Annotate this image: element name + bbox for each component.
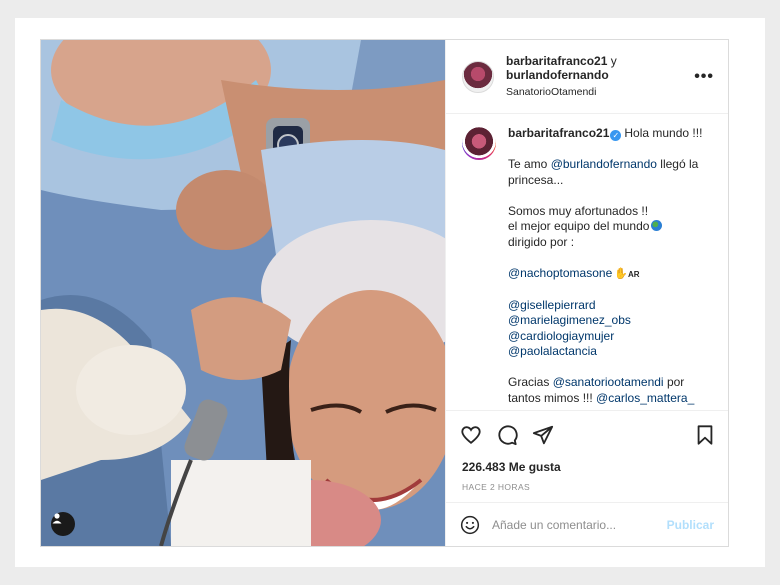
caption-text: tantos mimos !!! — [508, 390, 597, 405]
mention-link[interactable]: @burlandofernando — [551, 157, 657, 171]
flag-ar-label: AR — [627, 269, 640, 279]
instagram-post: barbaritafranco21 y burlandofernando San… — [40, 39, 729, 547]
comment-bar: Publicar — [446, 502, 728, 546]
mention-link[interactable]: @paolalactancia — [508, 344, 702, 360]
post-side-panel: barbaritafranco21 y burlandofernando San… — [445, 40, 728, 546]
caption-text: Somos muy afortunados !! — [508, 203, 649, 218]
post-photo[interactable] — [41, 40, 445, 546]
mention-link[interactable]: @gisellepierrard — [508, 298, 702, 314]
mention-link[interactable]: @cardiologiaymujer — [508, 329, 702, 345]
publish-button[interactable]: Publicar — [667, 518, 714, 532]
caption-text: el mejor equipo del mundo — [508, 219, 650, 233]
author-avatar[interactable] — [462, 60, 494, 93]
comment-input[interactable] — [492, 517, 655, 532]
mention-link[interactable]: @carlos_mattera_ — [596, 391, 694, 405]
caption-first-line: Hola mundo !!! — [624, 126, 703, 140]
verified-badge-icon: ✓ — [610, 130, 622, 141]
header-user-2[interactable]: burlandofernando — [506, 68, 682, 82]
header-user-1[interactable]: barbaritafranco21 — [506, 54, 607, 68]
header-location[interactable]: SanatorioOtamendi — [506, 85, 682, 99]
photo-illustration — [41, 40, 445, 546]
caption-avatar[interactable] — [462, 126, 496, 160]
caption-body: barbaritafranco21 ✓ Hola mundo !!! Te amo … — [508, 126, 702, 410]
heart-icon[interactable] — [460, 424, 482, 446]
emoji-smile-icon[interactable] — [460, 515, 480, 535]
comment-icon[interactable] — [496, 424, 518, 446]
header-connector: y — [610, 54, 617, 68]
caption-text: Te amo — [508, 157, 551, 171]
caption-text: Gracias — [508, 375, 553, 389]
header-text: barbaritafranco21 y burlandofernando San… — [506, 54, 682, 99]
post-time[interactable]: HACE 2 HORAS — [446, 474, 728, 502]
caption-area: barbaritafranco21 ✓ Hola mundo !!! Te amo … — [446, 114, 728, 410]
bookmark-icon[interactable] — [694, 424, 716, 446]
mention-link[interactable]: @sanatoriootamendi — [553, 375, 664, 389]
send-icon[interactable] — [532, 424, 554, 446]
clap-emoji-icon: ✋ — [614, 267, 628, 280]
caption-text: princesa... — [508, 172, 564, 187]
post-header: barbaritafranco21 y burlandofernando San… — [446, 40, 728, 114]
mention-link[interactable]: @nachoptomasone — [508, 266, 612, 280]
more-horizontal-icon[interactable]: ••• — [694, 68, 714, 86]
tagged-user-icon[interactable] — [51, 512, 75, 536]
likes-count[interactable]: 226.483 Me gusta — [446, 458, 728, 474]
person-icon — [52, 513, 62, 524]
caption-text: llegó la — [656, 157, 699, 171]
action-bar — [446, 410, 728, 458]
caption-username[interactable]: barbaritafranco21 — [508, 126, 609, 140]
caption-text: por — [663, 375, 685, 389]
globe-emoji-icon — [651, 220, 663, 231]
mention-link[interactable]: @marielagimenez_obs — [508, 313, 702, 329]
caption-text: dirigido por : — [508, 234, 575, 249]
